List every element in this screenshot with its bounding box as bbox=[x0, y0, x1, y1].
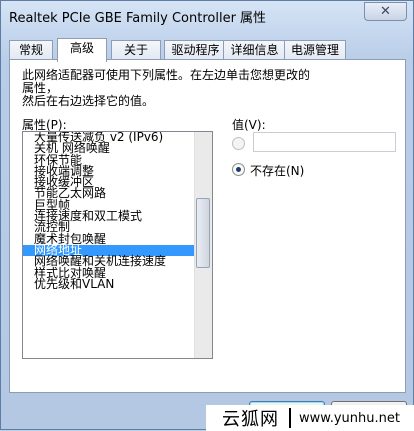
tab-strip: 常规 高级 关于 驱动程序 详细信息 电源管理 bbox=[9, 38, 406, 62]
watermark-url: www.yunhu.net bbox=[299, 410, 400, 426]
property-list: 大量传送减负 v2 (IPv6) 关机 网络唤醒 环保节能 接收端调整 接收缓冲区 节能乙… bbox=[23, 132, 196, 290]
description-line-1: 此网络适配器可使用下列属性。在左边单击您想更改的属性， bbox=[22, 68, 311, 95]
tab-details[interactable]: 详细信息 bbox=[223, 40, 286, 60]
value-radio[interactable] bbox=[232, 137, 245, 150]
tab-advanced[interactable]: 高级 bbox=[57, 38, 107, 62]
watermark-text: 云狐网 bbox=[222, 409, 279, 430]
value-input[interactable] bbox=[253, 132, 396, 152]
advanced-panel: 此网络适配器可使用下列属性。在左边单击您想更改的属性， 然后在右边选择它的值。 … bbox=[9, 59, 406, 393]
scroll-thumb[interactable] bbox=[196, 198, 210, 268]
close-icon: ✕ bbox=[380, 4, 391, 19]
title-bar[interactable]: Realtek PCIe GBE Family Controller 属性 ✕ bbox=[1, 1, 413, 31]
vertical-scrollbar[interactable] bbox=[194, 132, 212, 358]
not-present-radio[interactable] bbox=[232, 163, 245, 176]
not-present-label[interactable]: 不存在(N) bbox=[250, 162, 304, 179]
description: 此网络适配器可使用下列属性。在左边单击您想更改的属性， 然后在右边选择它的值。 bbox=[22, 69, 312, 108]
property-list-item[interactable]: 优先级和VLAN bbox=[23, 278, 196, 290]
window-title: Realtek PCIe GBE Family Controller 属性 bbox=[9, 11, 267, 26]
close-button[interactable]: ✕ bbox=[364, 2, 407, 21]
watermark: 云狐网 www.yunhu.net bbox=[206, 405, 414, 431]
properties-dialog: Realtek PCIe GBE Family Controller 属性 ✕ … bbox=[0, 0, 414, 431]
watermark-divider bbox=[289, 408, 291, 428]
value-label: 值(V): bbox=[232, 118, 266, 132]
tab-power-management[interactable]: 电源管理 bbox=[284, 40, 346, 60]
tab-general[interactable]: 常规 bbox=[9, 40, 53, 60]
description-line-2: 然后在右边选择它的值。 bbox=[22, 94, 155, 108]
tab-about[interactable]: 关于 bbox=[111, 40, 161, 60]
tab-driver[interactable]: 驱动程序 bbox=[164, 40, 227, 60]
property-listbox[interactable]: 大量传送减负 v2 (IPv6) 关机 网络唤醒 环保节能 接收端调整 接收缓冲区 节能乙… bbox=[22, 131, 213, 359]
